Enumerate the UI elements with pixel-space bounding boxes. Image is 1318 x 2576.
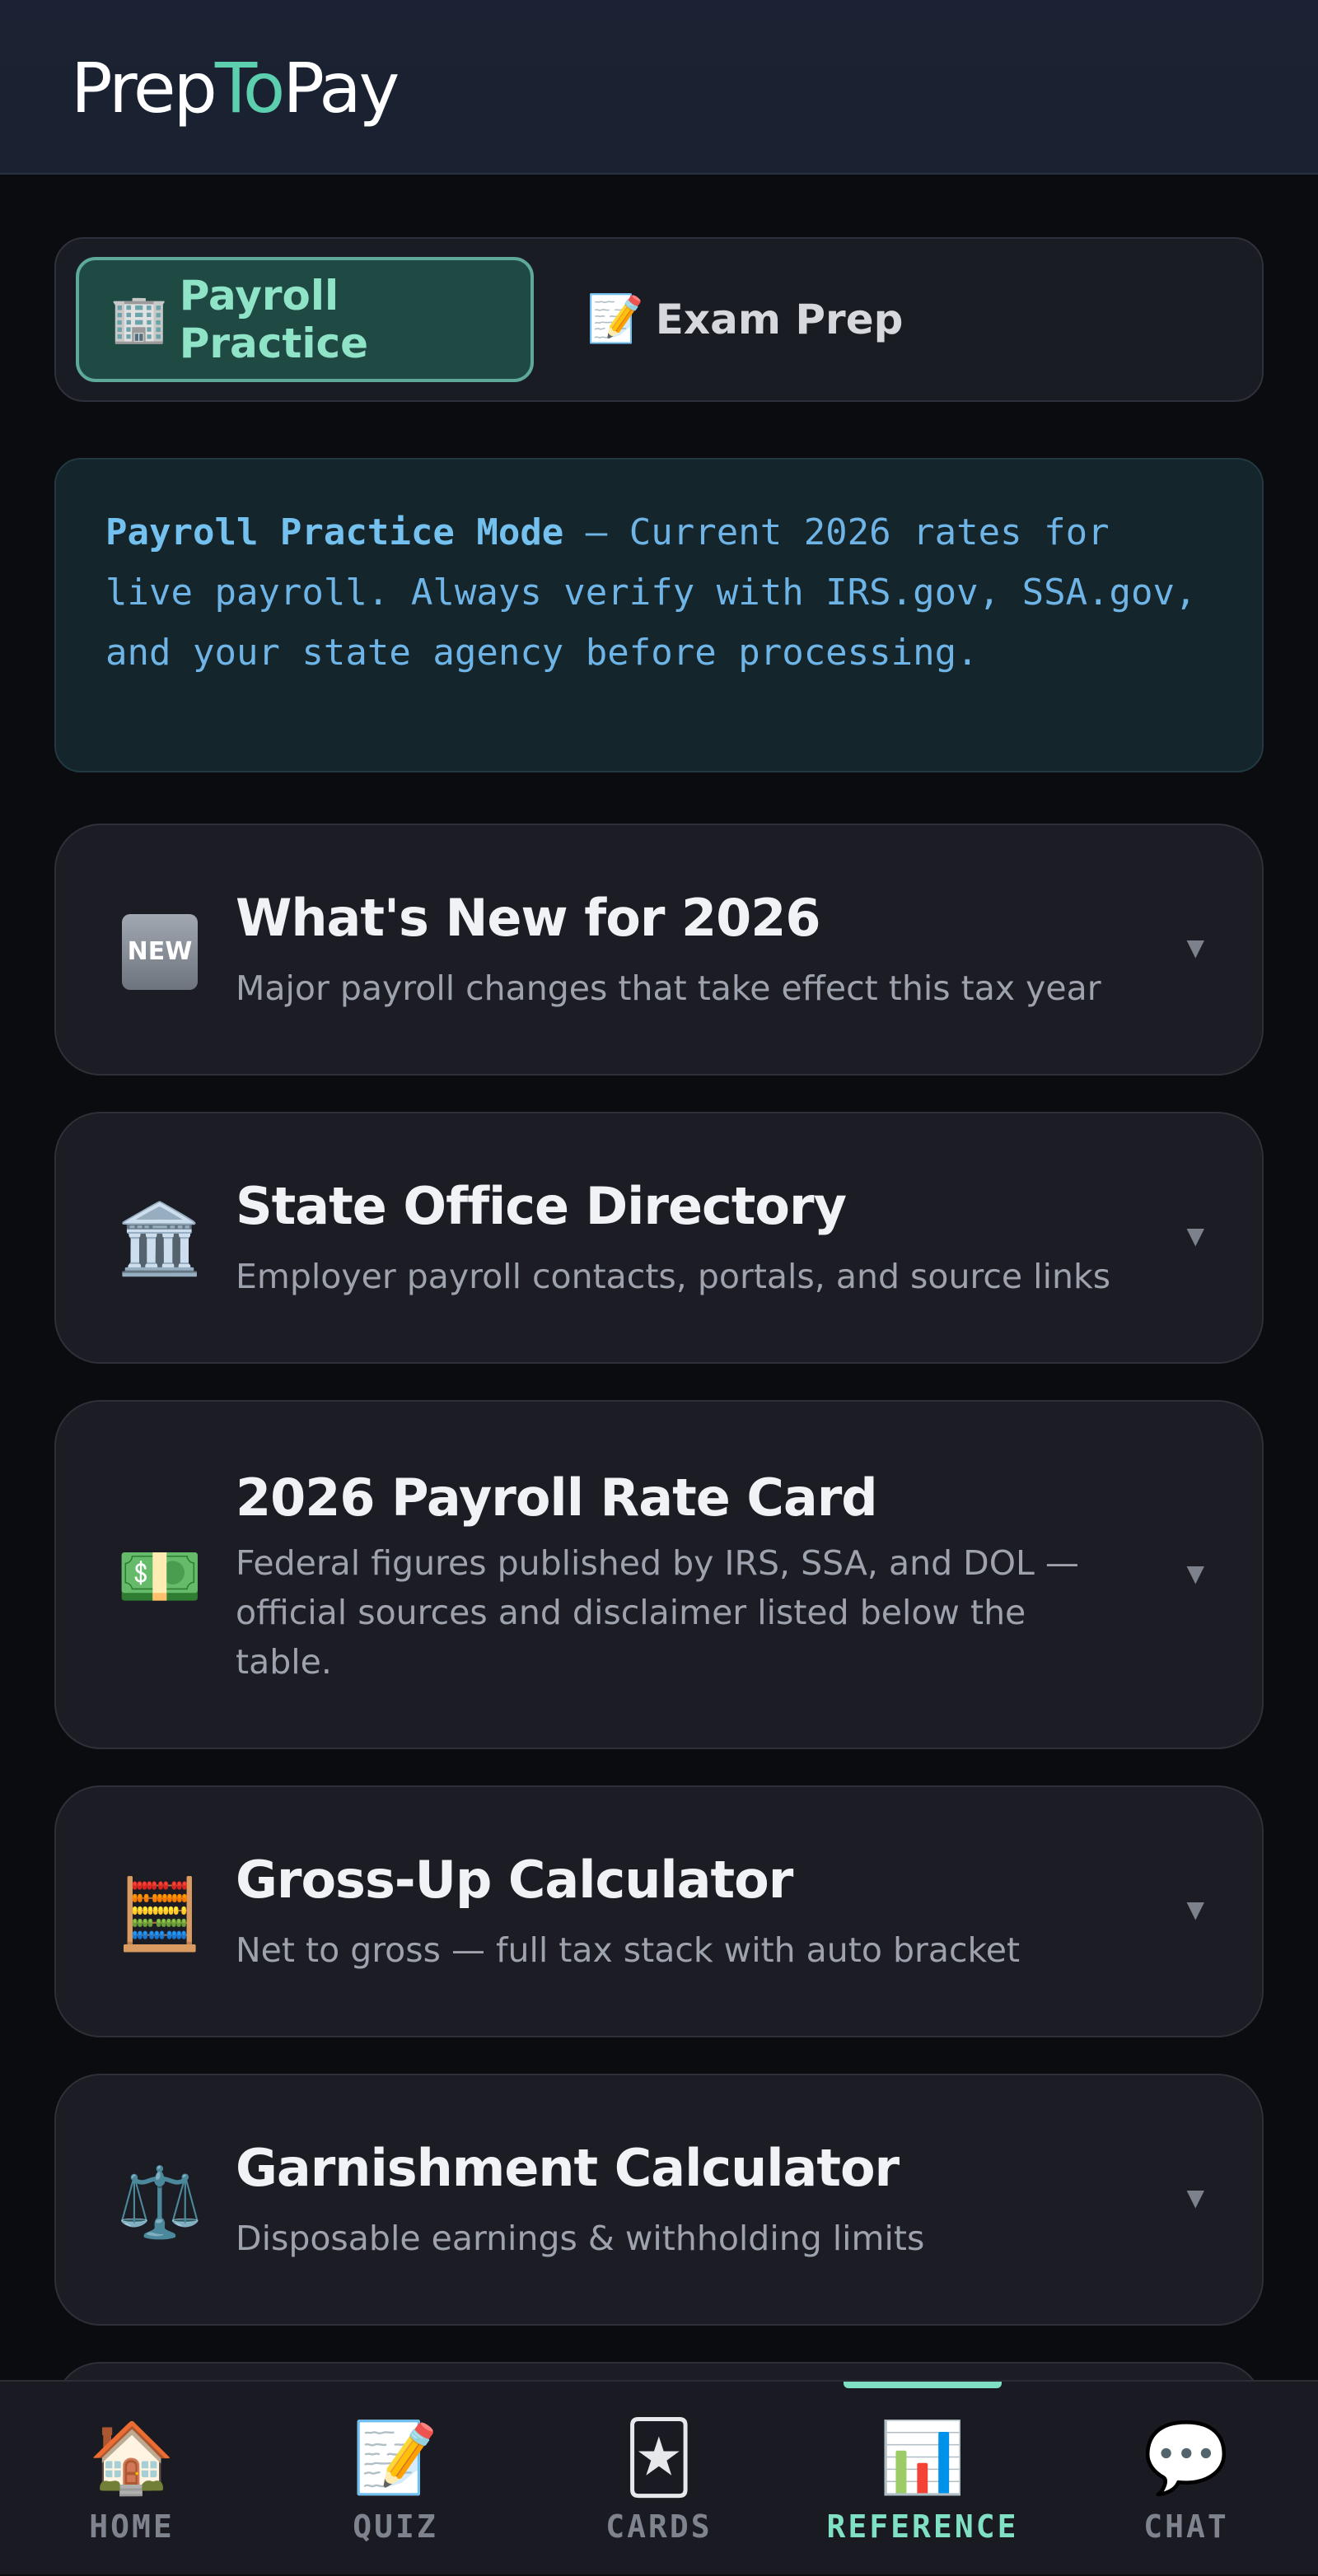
card-subtitle: Disposable earnings & withholding limits	[236, 2219, 925, 2258]
card-title: 2026 Payroll Rate Card	[236, 1468, 878, 1528]
app-header: PrepToPay	[0, 0, 1318, 175]
payroll-practice-tab[interactable]: 🏢 Payroll Practice	[76, 257, 534, 382]
nav-label: CHAT	[1143, 2508, 1229, 2545]
mode-info-banner: Payroll Practice Mode — Current 2026 rat…	[54, 458, 1264, 772]
card-title: State Office Directory	[236, 1176, 847, 1236]
house-icon: 🏠	[88, 2417, 175, 2498]
nav-label: QUIZ	[353, 2508, 438, 2545]
payroll-rate-card[interactable]: 💵 2026 Payroll Rate Card Federal figures…	[54, 1400, 1264, 1749]
card-title: Garnishment Calculator	[236, 2138, 900, 2198]
state-office-directory-card[interactable]: 🏛️ State Office Directory Employer payro…	[54, 1112, 1264, 1364]
chevron-down-icon[interactable]: ▼	[1186, 1222, 1204, 1249]
memo-icon: 📝	[587, 292, 644, 346]
nav-label: CARDS	[605, 2508, 713, 2545]
new-badge-icon: NEW	[119, 911, 201, 993]
nav-reference[interactable]: 📊 REFERENCE	[791, 2382, 1054, 2576]
card-subtitle: Federal figures published by IRS, SSA, a…	[236, 1543, 1079, 1682]
dollar-banknote-icon: 💵	[116, 1536, 203, 1617]
chevron-down-icon[interactable]: ▼	[1186, 2184, 1204, 2211]
card-subtitle: Employer payroll contacts, portals, and …	[236, 1257, 1111, 1296]
logo-text-pay: Pay	[283, 48, 400, 128]
memo-icon: 📝	[352, 2417, 439, 2498]
bottom-navigation: 🏠 HOME 📝 QUIZ 🃏 CARDS 📊 REFERENCE 💬 CHAT	[0, 2380, 1318, 2574]
balance-scale-icon: ⚖️	[116, 2162, 203, 2242]
nav-label: REFERENCE	[826, 2508, 1019, 2545]
speech-bubble-icon: 💬	[1143, 2417, 1230, 2498]
bar-chart-icon: 📊	[879, 2417, 966, 2498]
whats-new-card[interactable]: NEW What's New for 2026 Major payroll ch…	[54, 824, 1264, 1076]
logo-text-prep: Prep	[71, 48, 217, 128]
nav-chat[interactable]: 💬 CHAT	[1054, 2382, 1318, 2576]
joker-card-icon: 🃏	[624, 2417, 694, 2498]
info-banner-title: Payroll Practice Mode	[105, 511, 564, 553]
abacus-icon: 🧮	[116, 1874, 203, 1954]
new-badge-text: NEW	[122, 914, 198, 990]
card-title: Gross-Up Calculator	[236, 1850, 793, 1910]
nav-quiz[interactable]: 📝 QUIZ	[264, 2382, 527, 2576]
nav-label: HOME	[89, 2508, 175, 2545]
mode-toggle: 🏢 Payroll Practice 📝 Exam Prep	[54, 237, 1264, 402]
classical-building-icon: 🏛️	[116, 1198, 203, 1279]
app-logo[interactable]: PrepToPay	[71, 48, 400, 128]
exam-prep-tab[interactable]: 📝 Exam Prep	[555, 257, 934, 382]
nav-cards[interactable]: 🃏 CARDS	[527, 2382, 791, 2576]
chevron-down-icon[interactable]: ▼	[1186, 1560, 1204, 1587]
card-subtitle: Major payroll changes that take effect t…	[236, 968, 1101, 1008]
exam-prep-label: Exam Prep	[655, 296, 904, 343]
chevron-down-icon[interactable]: ▼	[1186, 934, 1204, 961]
card-subtitle: Net to gross — full tax stack with auto …	[236, 1930, 1021, 1970]
garnishment-calculator-card[interactable]: ⚖️ Garnishment Calculator Disposable ear…	[54, 2074, 1264, 2326]
logo-text-to: To	[214, 48, 285, 128]
card-title: What's New for 2026	[236, 888, 821, 948]
gross-up-calculator-card[interactable]: 🧮 Gross-Up Calculator Net to gross — ful…	[54, 1785, 1264, 2037]
chevron-down-icon[interactable]: ▼	[1186, 1896, 1204, 1923]
nav-home[interactable]: 🏠 HOME	[0, 2382, 264, 2576]
office-building-icon: 🏢	[110, 292, 168, 346]
payroll-practice-label: Payroll Practice	[179, 272, 369, 367]
